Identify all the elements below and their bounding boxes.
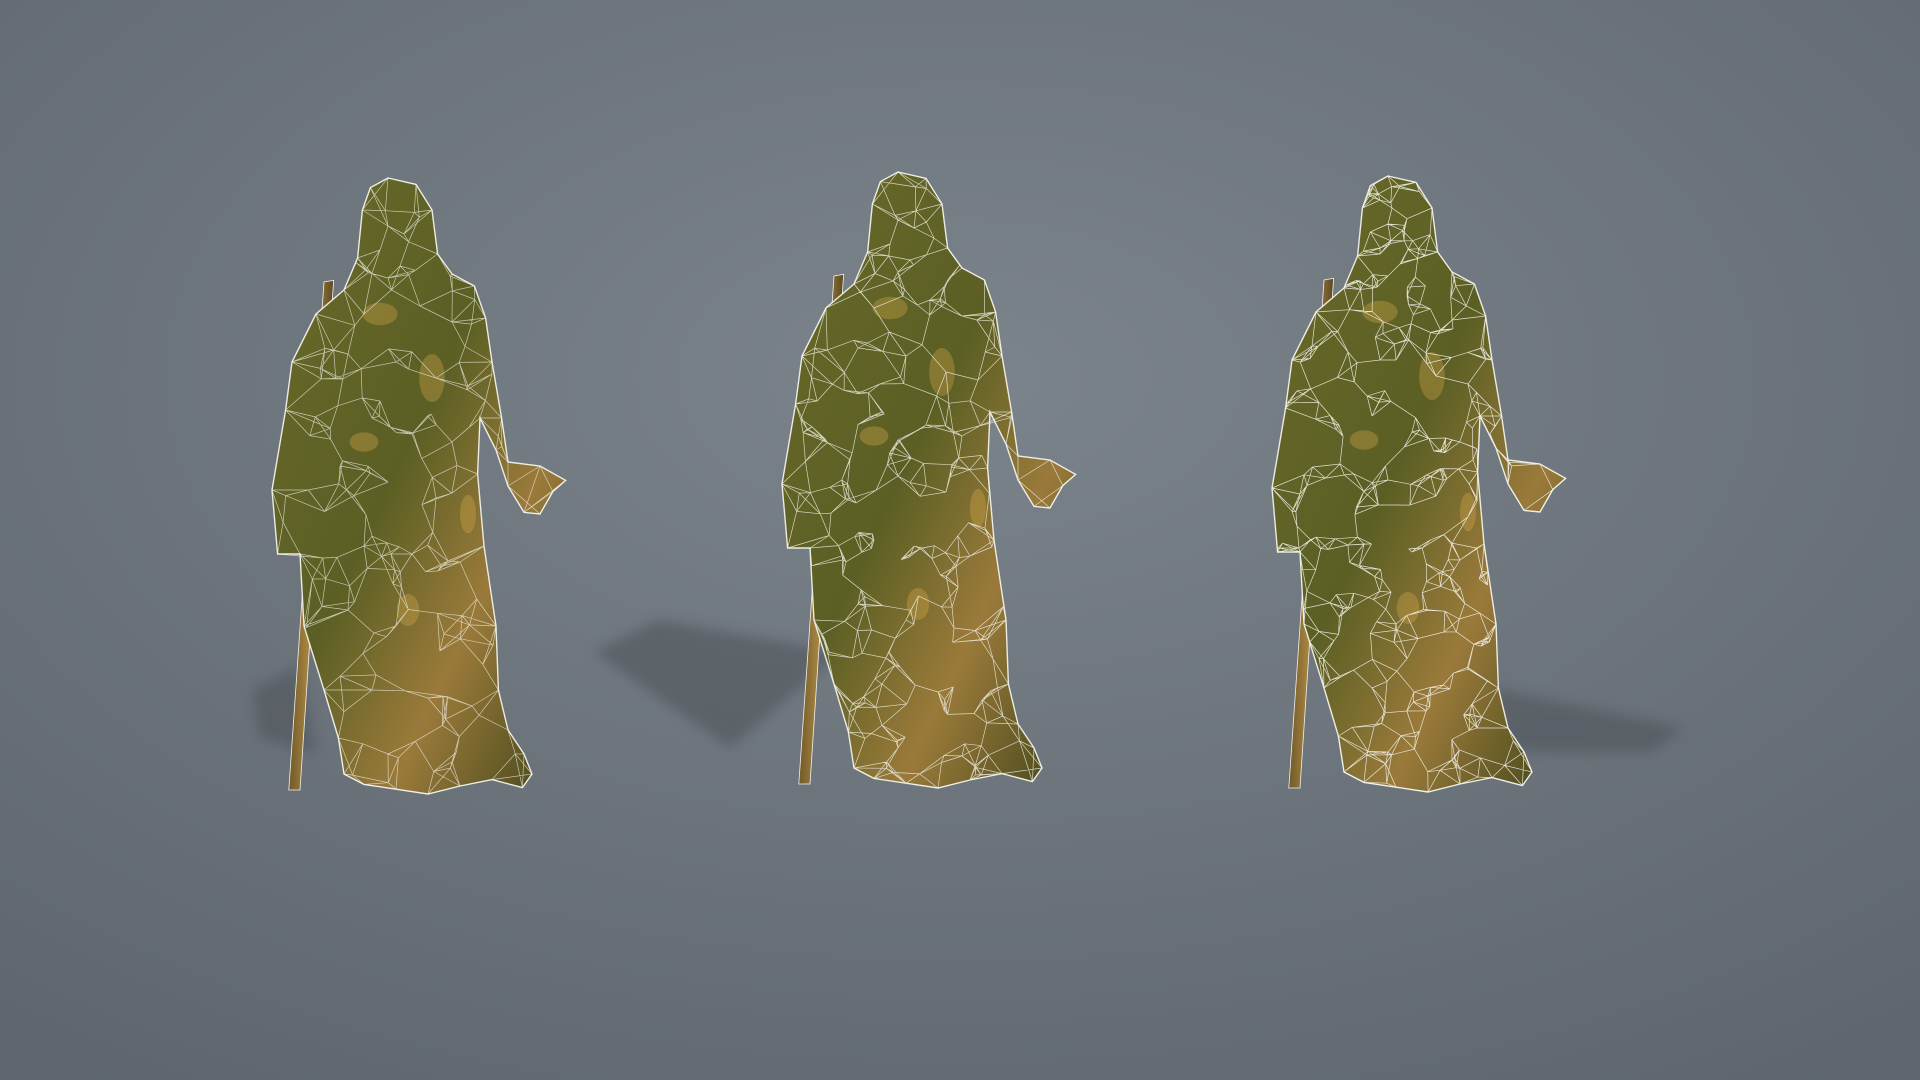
- bronze-highlight: [362, 302, 398, 326]
- bronze-highlight: [872, 296, 908, 320]
- bronze-highlight: [929, 348, 955, 396]
- bronze-highlight: [419, 354, 445, 402]
- bronze-highlight: [349, 432, 379, 452]
- bronze-highlight: [460, 494, 476, 534]
- bronze-highlight: [970, 488, 986, 528]
- bronze-highlight: [906, 588, 930, 620]
- bronze-highlight: [1419, 352, 1445, 400]
- render-canvas: [0, 0, 1920, 1080]
- bronze-highlight: [1349, 430, 1379, 450]
- bronze-highlight: [859, 426, 889, 446]
- bronze-highlight: [1396, 592, 1420, 624]
- viewport: [0, 0, 1920, 1080]
